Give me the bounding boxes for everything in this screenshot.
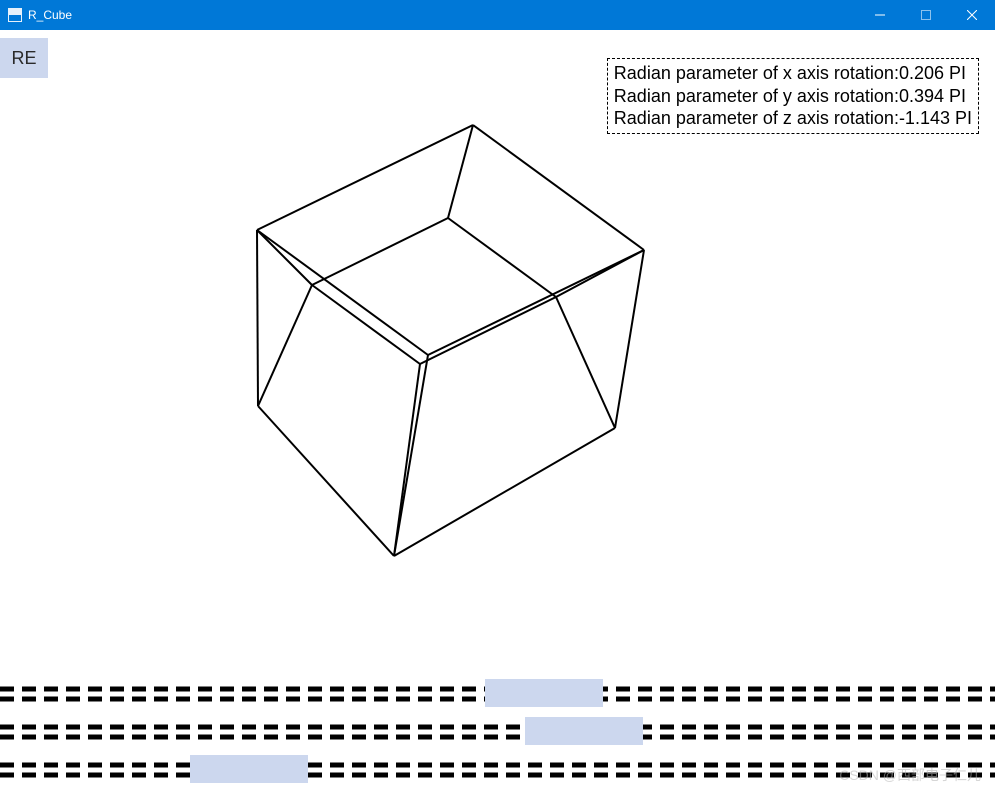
cube-viewport: [200, 90, 680, 570]
minimize-button[interactable]: [857, 0, 903, 30]
slider-track-line: [0, 753, 995, 783]
window-title: R_Cube: [28, 8, 72, 22]
rotation-sliders: [0, 673, 995, 787]
x-rotation-label: Radian parameter of x axis rotation:0.20…: [614, 62, 972, 85]
client-area: RE Radian parameter of x axis rotation:0…: [0, 30, 995, 787]
minimize-icon: [875, 10, 885, 20]
x-rotation-slider[interactable]: [0, 673, 995, 711]
y-rotation-slider[interactable]: [0, 711, 995, 749]
x-slider-handle[interactable]: [485, 679, 603, 707]
maximize-icon: [921, 10, 931, 20]
z-slider-handle[interactable]: [190, 755, 308, 783]
maximize-button[interactable]: [903, 0, 949, 30]
close-button[interactable]: [949, 0, 995, 30]
cube-wireframe: [200, 90, 680, 570]
titlebar: R_Cube: [0, 0, 995, 30]
z-rotation-slider[interactable]: [0, 749, 995, 787]
slider-track-line: [0, 715, 995, 745]
app-icon: [8, 8, 22, 22]
reset-button[interactable]: RE: [0, 38, 48, 78]
reset-button-label: RE: [11, 48, 36, 69]
y-slider-handle[interactable]: [525, 717, 643, 745]
close-icon: [967, 10, 977, 20]
